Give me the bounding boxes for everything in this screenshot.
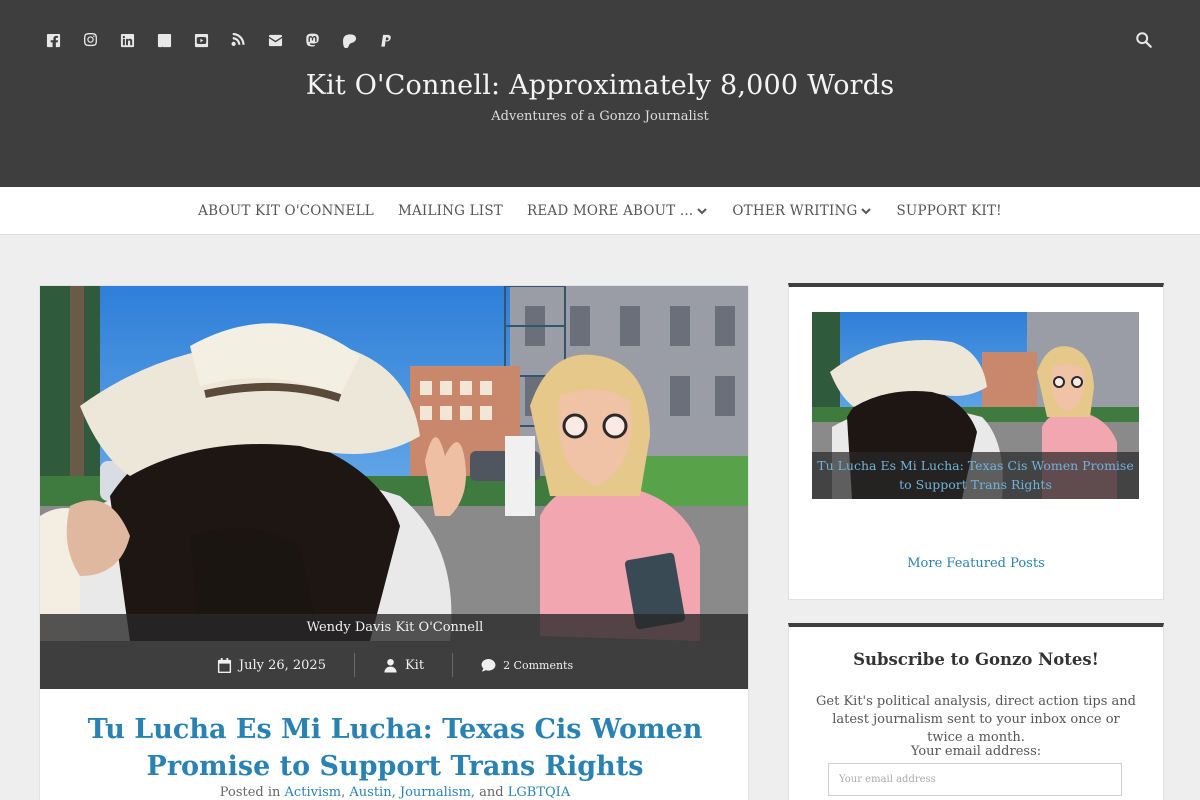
patreon-icon[interactable] bbox=[340, 31, 359, 50]
nav-item-mailing-list[interactable]: MAILING LIST bbox=[386, 203, 515, 219]
category-link-austin[interactable]: Austin bbox=[349, 785, 391, 800]
email-icon[interactable] bbox=[266, 31, 285, 50]
post-categories: Posted in Activism, Austin, Journalism, … bbox=[40, 785, 748, 800]
chevron-down-icon bbox=[861, 207, 872, 214]
category-link-lgbtqia[interactable]: LGBTQIA bbox=[508, 785, 570, 800]
nav-item-label: ABOUT KIT O'CONNELL bbox=[198, 202, 374, 219]
post-title[interactable]: Tu Lucha Es Mi Lucha: Texas Cis Women Pr… bbox=[70, 711, 720, 785]
comment-icon bbox=[481, 658, 496, 671]
nav-item-label: MAILING LIST bbox=[397, 202, 503, 219]
email-field[interactable] bbox=[828, 763, 1122, 796]
category-link-activism[interactable]: Activism bbox=[285, 785, 342, 800]
rss-icon[interactable] bbox=[229, 31, 248, 50]
article-hero-image[interactable]: Wendy Davis Kit O'Connell bbox=[40, 286, 748, 641]
instagram-icon[interactable] bbox=[81, 31, 100, 50]
subscribe-widget: Subscribe to Gonzo Notes! Get Kit's poli… bbox=[788, 623, 1164, 800]
featured-post-title[interactable]: Tu Lucha Es Mi Lucha: Texas Cis Women Pr… bbox=[812, 452, 1139, 499]
category-separator: , bbox=[341, 785, 346, 800]
mastodon-icon[interactable] bbox=[303, 31, 322, 50]
main-navigation: ABOUT KIT O'CONNELL MAILING LIST READ MO… bbox=[0, 187, 1200, 235]
hero-photo bbox=[40, 286, 748, 641]
post-meta-bar: July 26, 2025 Kit 2 Comments bbox=[40, 641, 748, 689]
nav-item-label: SUPPORT KIT! bbox=[896, 202, 1002, 219]
chevron-down-icon bbox=[697, 207, 708, 214]
search-icon[interactable] bbox=[1135, 31, 1155, 51]
post-comments[interactable]: 2 Comments bbox=[453, 658, 601, 673]
post-author[interactable]: Kit bbox=[355, 658, 452, 673]
nav-item-about[interactable]: ABOUT KIT O'CONNELL bbox=[186, 203, 386, 219]
nav-item-other-writing[interactable]: OTHER WRITING bbox=[720, 203, 884, 219]
pinterest-icon[interactable] bbox=[155, 31, 174, 50]
site-title[interactable]: Kit O'Connell: Approximately 8,000 Words bbox=[0, 70, 1200, 101]
more-featured-posts-link[interactable]: More Featured Posts bbox=[789, 556, 1163, 571]
youtube-icon[interactable] bbox=[192, 31, 211, 50]
category-separator: , bbox=[391, 785, 396, 800]
post-comments-text: 2 Comments bbox=[503, 658, 574, 672]
subscribe-title: Subscribe to Gonzo Notes! bbox=[853, 650, 1099, 669]
site-tagline: Adventures of a Gonzo Journalist bbox=[491, 109, 709, 124]
post-date-text: July 26, 2025 bbox=[238, 657, 326, 673]
social-links bbox=[44, 31, 414, 50]
featured-posts-widget: Tu Lucha Es Mi Lucha: Texas Cis Women Pr… bbox=[788, 283, 1164, 600]
calendar-icon bbox=[217, 657, 231, 673]
post-date[interactable]: July 26, 2025 bbox=[189, 657, 354, 673]
linkedin-icon[interactable] bbox=[118, 31, 137, 50]
featured-article: Wendy Davis Kit O'Connell July 26, 2025 … bbox=[39, 285, 749, 800]
nav-item-label: OTHER WRITING bbox=[732, 202, 858, 219]
hero-caption: Wendy Davis Kit O'Connell bbox=[40, 614, 748, 641]
email-label: Your email address: bbox=[910, 744, 1042, 759]
category-link-journalism[interactable]: Journalism bbox=[400, 785, 471, 800]
category-separator: , and bbox=[470, 785, 504, 800]
site-header: Kit O'Connell: Approximately 8,000 Words… bbox=[0, 0, 1200, 187]
nav-item-read-more[interactable]: READ MORE ABOUT ... bbox=[515, 203, 720, 219]
posted-in-label: Posted in bbox=[219, 785, 281, 800]
featured-post-thumbnail[interactable]: Tu Lucha Es Mi Lucha: Texas Cis Women Pr… bbox=[812, 312, 1139, 499]
nav-item-label: READ MORE ABOUT ... bbox=[526, 202, 694, 219]
facebook-icon[interactable] bbox=[44, 31, 63, 50]
user-icon bbox=[384, 658, 397, 673]
post-author-text: Kit bbox=[404, 657, 425, 673]
subscribe-description: Get Kit's political analysis, direct act… bbox=[816, 694, 1136, 745]
nav-item-support[interactable]: SUPPORT KIT! bbox=[884, 203, 1013, 219]
paypal-icon[interactable] bbox=[377, 31, 396, 50]
